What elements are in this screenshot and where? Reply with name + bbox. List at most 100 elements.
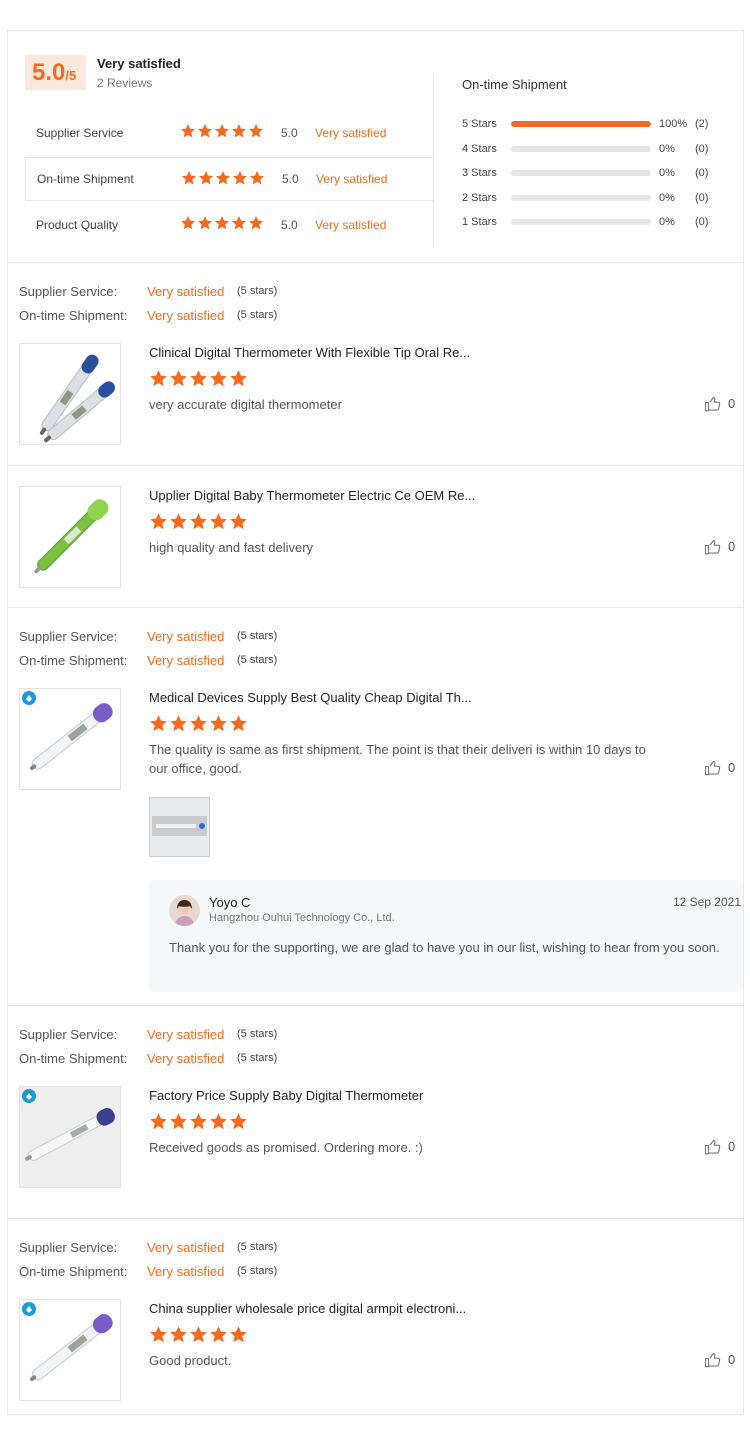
rating-label: On-time Shipment: [19,308,128,323]
supplier-service-rating: Supplier Service: Very satisfied (5 star… [19,629,277,647]
product-title[interactable]: Upplier Digital Baby Thermometer Electri… [149,488,475,503]
rating-label: On-time Shipment: [19,1264,128,1279]
star-icon [250,171,264,185]
supplier-service-rating: Supplier Service: Very satisfied (5 star… [19,1027,277,1045]
product-thumbnail[interactable] [19,688,121,790]
product-stars [149,714,248,733]
metric-score: 5.0 [282,172,299,186]
metric-text: Very satisfied [315,126,387,140]
distribution-count: (0) [695,192,709,204]
reply-company: Hangzhou Ouhui Technology Co., Ltd. [209,912,395,924]
star-icon [230,370,247,387]
like-count: 0 [728,396,736,411]
like-button[interactable]: 0 [704,395,744,415]
distribution-percent: 100% [659,118,688,130]
thumbs-up-icon [704,760,721,776]
reply-date: 12 Sep 2021 [672,895,741,909]
like-button[interactable]: 0 [704,538,744,558]
like-button[interactable]: 0 [704,1138,744,1158]
metric-text: Very satisfied [315,218,387,232]
review-item: Supplier Service: Very satisfied (5 star… [8,609,743,1006]
star-icon [210,1113,227,1130]
star-icon [170,513,187,530]
star-icon [210,370,227,387]
metric-name: On-time Shipment [37,172,134,186]
distribution-label: 2 Stars [462,192,497,204]
rating-stars-count: (5 stars) [237,285,278,297]
product-title[interactable]: China supplier wholesale price digital a… [149,1301,466,1316]
review-text: The quality is same as first shipment. T… [149,742,646,776]
metric-product-quality[interactable]: Product Quality 5.0 Very satisfied [25,203,434,247]
rating-value: Very satisfied [147,1027,225,1042]
distribution-row: 3 Stars 0% (0) [462,166,732,182]
like-button[interactable]: 0 [704,1351,744,1371]
product-stars [149,1325,248,1344]
metric-supplier-service[interactable]: Supplier Service 5.0 Very satisfied [25,111,434,155]
like-count: 0 [728,1352,736,1367]
like-button[interactable]: 0 [704,759,744,779]
rating-label: On-time Shipment: [19,1051,128,1066]
star-icon [249,216,263,230]
ontime-shipment-rating: On-time Shipment: Very satisfied (5 star… [19,1264,277,1282]
rating-stars-count: (5 stars) [237,1028,278,1040]
product-thumbnail[interactable] [19,486,121,588]
review-photo-image [150,798,209,856]
star-icon [216,171,230,185]
distribution-percent: 0% [659,216,675,228]
metric-text: Very satisfied [316,172,388,186]
distribution-label: 1 Stars [462,216,497,228]
distribution-bar-fill [511,121,651,127]
two-blue-thermometers-image [39,354,116,443]
review-text: very accurate digital thermometer [149,397,342,412]
overall-rating-label: Very satisfied [97,56,181,71]
rating-value: Very satisfied [147,653,225,668]
review-photo[interactable] [149,797,210,857]
distribution-label: 4 Stars [462,143,497,155]
rating-value: Very satisfied [147,284,225,299]
product-thumbnail[interactable] [19,343,121,445]
star-icon [150,513,167,530]
rating-value: Very satisfied [147,308,225,323]
like-count: 0 [728,1139,736,1154]
star-icon [150,1326,167,1343]
star-icon [215,216,229,230]
distribution-percent: 0% [659,143,675,155]
rating-stars-count: (5 stars) [237,1241,278,1253]
green-thermometer-image [34,499,109,574]
star-icon [199,171,213,185]
distribution-bar [511,121,651,127]
distribution-bar [511,195,651,201]
star-icon [182,171,196,185]
metric-stars [180,215,264,231]
review-item: Supplier Service: Very satisfied (5 star… [8,1220,743,1415]
distribution-bar [511,219,651,225]
ontime-shipment-rating: On-time Shipment: Very satisfied (5 star… [19,1051,277,1069]
distribution-count: (0) [695,216,709,228]
thumbs-up-icon [704,1139,721,1155]
rating-value: Very satisfied [147,1240,225,1255]
rating-stars-count: (5 stars) [237,630,278,642]
product-title[interactable]: Factory Price Supply Baby Digital Thermo… [149,1088,423,1103]
distribution-row: 5 Stars 100% (2) [462,117,732,133]
metric-name: Product Quality [36,218,119,232]
metric-stars [181,170,265,186]
metric-ontime-shipment[interactable]: On-time Shipment 5.0 Very satisfied [25,157,434,201]
star-icon [233,171,247,185]
product-thumbnail[interactable] [19,1299,121,1401]
star-icon [190,1113,207,1130]
star-icon [190,370,207,387]
product-stars [149,1112,248,1131]
rating-stars-count: (5 stars) [237,1052,278,1064]
thumbs-up-icon [704,1352,721,1368]
review-count: 2 Reviews [97,76,153,90]
distribution-count: (0) [695,143,709,155]
star-icon [230,1326,247,1343]
distribution-percent: 0% [659,192,675,204]
product-thumbnail[interactable] [19,1086,121,1188]
star-icon [170,1326,187,1343]
metric-score: 5.0 [281,218,298,232]
star-icon [170,370,187,387]
product-title[interactable]: Clinical Digital Thermometer With Flexib… [149,345,470,360]
star-icon [150,1113,167,1130]
product-title[interactable]: Medical Devices Supply Best Quality Chea… [149,690,472,705]
